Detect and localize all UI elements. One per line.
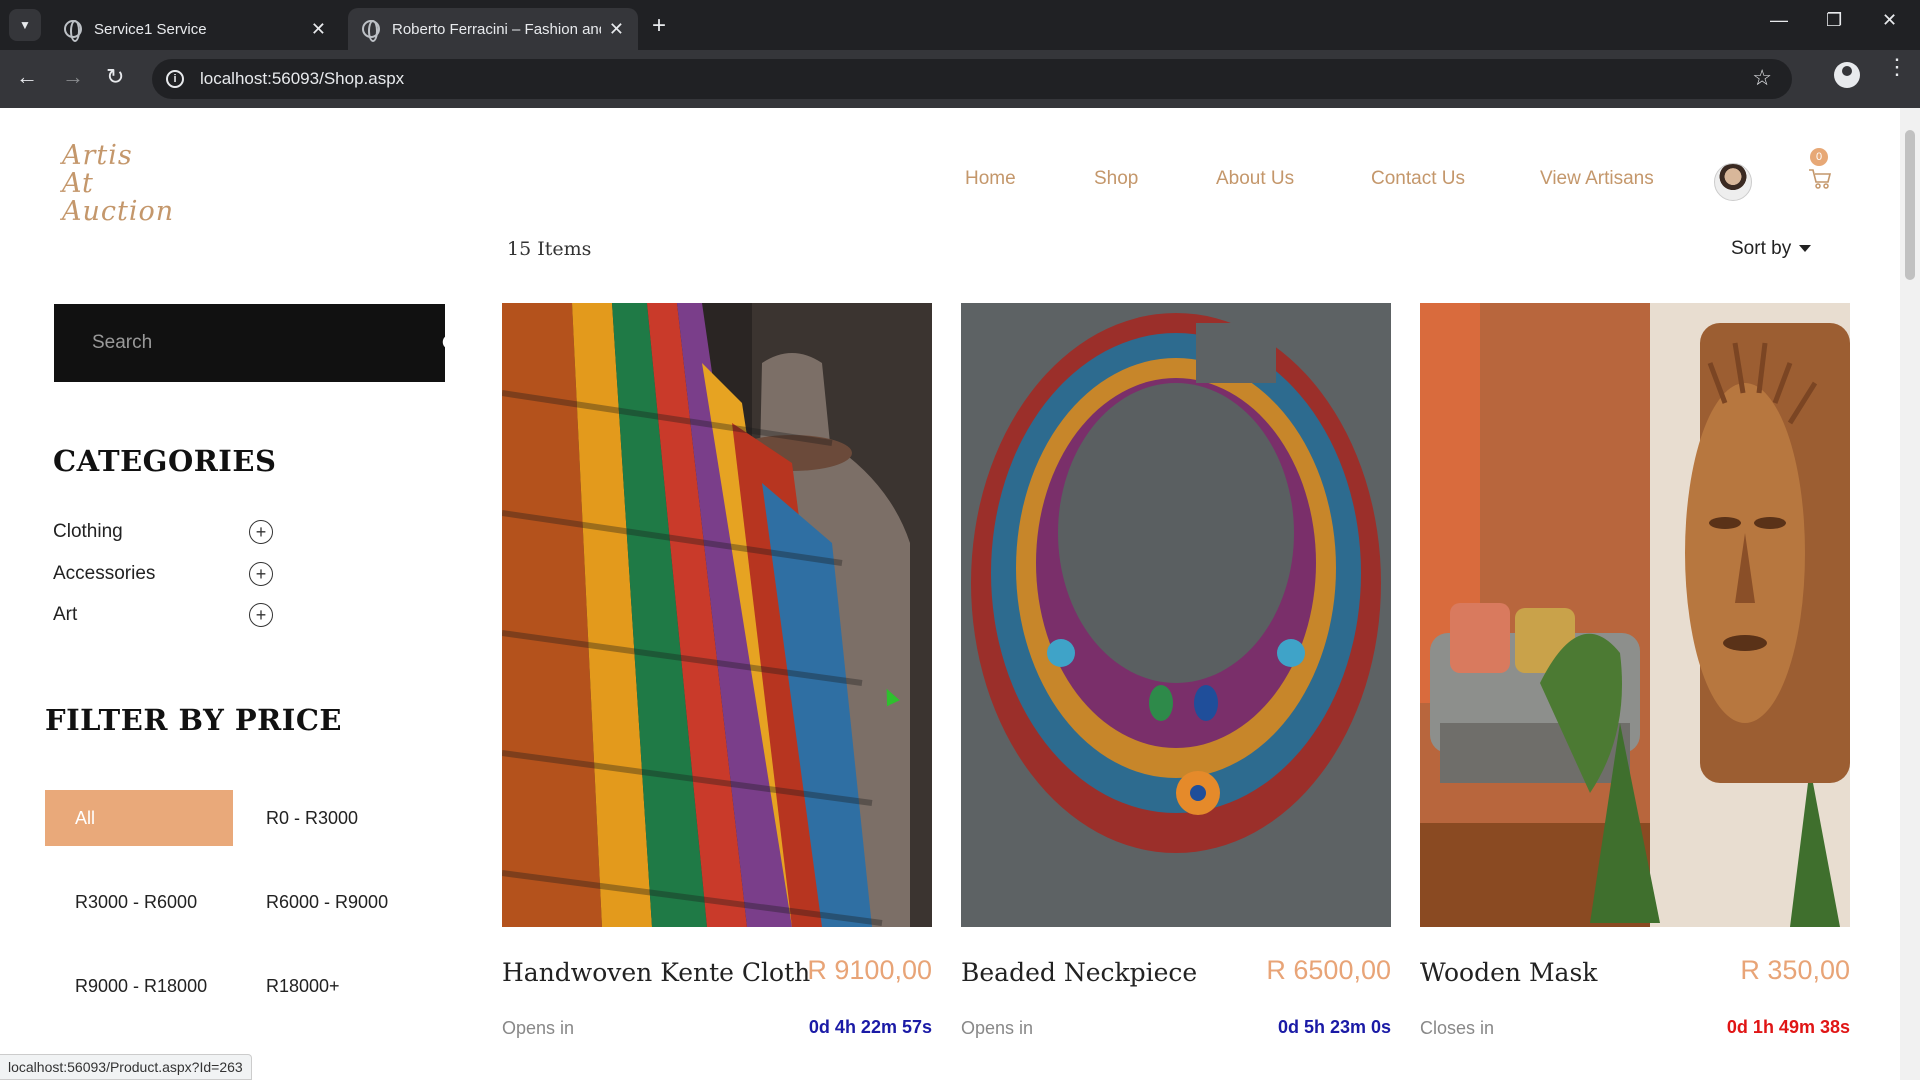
cart-count-badge: 0 [1810,148,1828,166]
category-item-art[interactable]: Art + [53,600,273,630]
price-filter-9000-18000[interactable]: R9000 - R18000 [75,958,207,1014]
price-filter-6000-9000[interactable]: R6000 - R9000 [266,874,388,930]
tab-search-button[interactable]: ▼ [9,9,41,41]
plus-circle-icon[interactable]: + [249,562,273,586]
item-count: 15 Items [507,238,592,260]
category-label: Accessories [53,563,156,584]
price-filter-all[interactable]: All [45,790,233,846]
forward-icon[interactable]: → [62,64,84,90]
user-avatar[interactable] [1714,163,1752,201]
logo-line: At [62,168,94,199]
browser-tab-1[interactable]: Service1 Service ✕ [50,8,340,50]
product-price: R 9100,00 [807,955,932,985]
nav-home[interactable]: Home [965,168,1016,190]
sort-by-dropdown[interactable]: Sort by [1731,238,1812,260]
reload-icon[interactable]: ↻ [106,64,124,90]
product-image-kente-cloth[interactable] [502,303,932,927]
info-icon[interactable]: i [166,70,184,88]
nav-shop[interactable]: Shop [1094,168,1138,190]
tab-title: Roberto Ferracini – Fashion and [392,20,601,38]
shop-page: Artis At Auction Home Shop About Us Cont… [0,108,1900,1080]
filter-by-price-title: FILTER BY PRICE [45,703,343,737]
search-bar [54,304,462,382]
close-icon[interactable]: ✕ [609,19,624,40]
plus-circle-icon[interactable]: + [249,520,273,544]
plus-circle-icon[interactable]: + [249,603,273,627]
page-scrollbar[interactable] [1900,108,1920,1080]
browser-toolbar: ← → ↻ i localhost:56093/Shop.aspx ☆ ⋮ [0,50,1920,108]
more-menu-icon[interactable]: ⋮ [1886,56,1908,78]
globe-icon [362,20,380,42]
product-image-wooden-mask[interactable] [1420,303,1850,927]
sort-by-label: Sort by [1731,238,1792,259]
tab-title: Service1 Service [94,20,207,38]
link-status-bar: localhost:56093/Product.aspx?Id=263 [0,1054,252,1080]
new-tab-icon[interactable]: + [652,12,666,40]
browser-profile-icon[interactable] [1834,62,1860,88]
scrollbar-thumb[interactable] [1905,130,1915,280]
product-price: R 350,00 [1740,955,1850,985]
nav-about-us[interactable]: About Us [1216,168,1294,190]
nav-view-artisans[interactable]: View Artisans [1540,168,1654,190]
auction-status: Opens in [961,1018,1034,1038]
restore-icon[interactable]: ❐ [1826,10,1842,31]
price-filter-18000-plus[interactable]: R18000+ [266,958,340,1014]
product-name[interactable]: Beaded Neckpiece [961,958,1197,987]
minimize-icon[interactable]: — [1770,10,1788,31]
url-text[interactable]: localhost:56093/Shop.aspx [200,69,404,89]
product-price: R 6500,00 [1266,955,1391,985]
address-bar[interactable]: i localhost:56093/Shop.aspx ☆ [152,59,1792,99]
auction-timer: 0d 5h 23m 0s [1277,1017,1391,1037]
product-name[interactable]: Wooden Mask [1420,958,1597,987]
browser-tab-2[interactable]: Roberto Ferracini – Fashion and ✕ [348,8,638,50]
bookmark-star-icon[interactable]: ☆ [1752,65,1772,91]
globe-icon [64,20,82,42]
chevron-down-icon: ▼ [19,18,31,32]
caret-down-icon [1799,245,1812,253]
price-filter-0-3000[interactable]: R0 - R3000 [266,790,358,846]
window-close-icon[interactable]: ✕ [1882,10,1897,31]
site-logo[interactable]: Artis At Auction [62,142,174,226]
category-label: Clothing [53,521,123,542]
nav-contact-us[interactable]: Contact Us [1371,168,1465,190]
category-label: Art [53,604,78,625]
auction-status: Closes in [1420,1018,1495,1038]
price-filter-3000-6000[interactable]: R3000 - R6000 [75,874,197,930]
logo-line: Auction [62,196,175,227]
browser-tab-bar: ▼ Service1 Service ✕ Roberto Ferracini –… [0,0,1920,50]
categories-title: CATEGORIES [53,444,277,478]
search-input[interactable] [92,332,372,354]
cart-icon[interactable] [1808,168,1832,190]
search-icon[interactable] [442,334,462,354]
back-icon[interactable]: ← [16,64,38,90]
category-item-clothing[interactable]: Clothing + [53,517,273,547]
product-name[interactable]: Handwoven Kente Cloth [502,958,810,987]
auction-timer: 0d 4h 22m 57s [808,1017,932,1037]
category-item-accessories[interactable]: Accessories + [53,559,273,589]
close-icon[interactable]: ✕ [311,19,326,40]
logo-line: Artis [62,140,133,171]
auction-status: Opens in [502,1018,575,1038]
product-image-beaded-neckpiece[interactable] [961,303,1391,927]
auction-timer: 0d 1h 49m 38s [1726,1017,1850,1037]
